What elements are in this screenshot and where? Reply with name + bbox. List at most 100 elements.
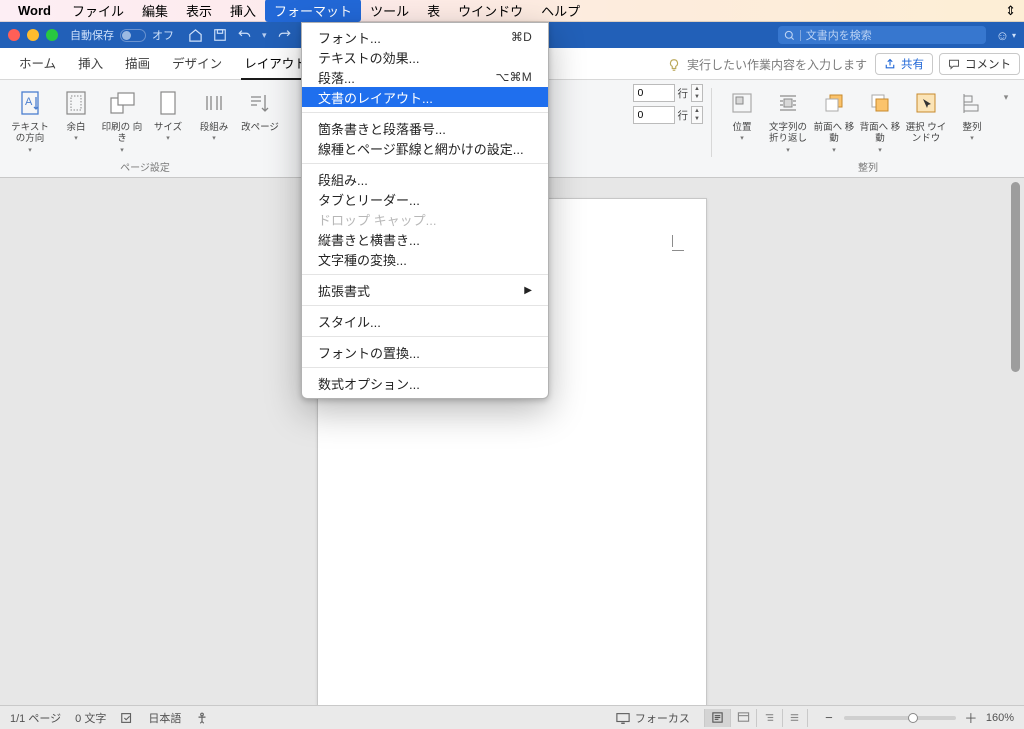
- columns-button[interactable]: 段組み▾: [192, 85, 236, 142]
- comment-button[interactable]: コメント: [939, 53, 1020, 75]
- format-menu-item-2[interactable]: 段落...⌥⌘M: [302, 67, 548, 87]
- spacing-before[interactable]: 行 ▲▼: [633, 84, 704, 102]
- position-button[interactable]: 位置▾: [720, 85, 764, 142]
- tell-me[interactable]: 実行したい作業内容を入力します: [667, 50, 867, 79]
- share-button[interactable]: 共有: [875, 53, 933, 75]
- format-menu-item-9[interactable]: タブとリーダー...: [302, 189, 548, 209]
- format-menu-item-18[interactable]: フォントの置換...: [302, 342, 548, 362]
- language-indicator[interactable]: 日本語: [148, 710, 181, 726]
- margins-button[interactable]: 余白▾: [54, 85, 98, 142]
- page-setup-group-label: ページ設定: [8, 157, 282, 174]
- tab-insert[interactable]: 挿入: [67, 46, 114, 79]
- format-menu-item-6[interactable]: 線種とページ罫線と網かけの設定...: [302, 138, 548, 158]
- menu-tools[interactable]: ツール: [361, 0, 418, 22]
- window-controls[interactable]: [8, 29, 58, 41]
- menu-item-label: 拡張書式: [318, 281, 370, 300]
- tab-home[interactable]: ホーム: [8, 46, 67, 79]
- format-menu-item-11[interactable]: 縦書きと横書き...: [302, 229, 548, 249]
- autosave-toggle[interactable]: 自動保存 オフ: [70, 27, 174, 43]
- comment-label: コメント: [965, 56, 1011, 72]
- format-menu-item-1[interactable]: テキストの効果...: [302, 47, 548, 67]
- menu-edit[interactable]: 編集: [133, 0, 177, 22]
- svg-text:A: A: [25, 96, 33, 108]
- comment-icon: [948, 58, 960, 70]
- spacing-after-input[interactable]: [633, 106, 675, 124]
- menu-view[interactable]: 表示: [177, 0, 221, 22]
- format-menu-item-20[interactable]: 数式オプション...: [302, 373, 548, 393]
- spacing-before-spinner[interactable]: ▲▼: [691, 84, 703, 102]
- spacing-after[interactable]: 行 ▲▼: [633, 106, 704, 124]
- search-input[interactable]: 文書内を検索: [778, 26, 986, 44]
- menu-insert[interactable]: 挿入: [221, 0, 265, 22]
- spacing-before-input[interactable]: [633, 84, 675, 102]
- size-button[interactable]: サイズ▾: [146, 85, 190, 142]
- bring-forward-button[interactable]: 前面へ 移動▾: [812, 85, 856, 154]
- menu-table[interactable]: 表: [418, 0, 449, 22]
- wrap-text-button[interactable]: 文字列の 折り返し▾: [766, 85, 810, 154]
- menu-format[interactable]: フォーマット: [265, 0, 361, 22]
- arrange-more-button[interactable]: ▾: [996, 85, 1016, 107]
- tab-draw[interactable]: 描画: [114, 46, 161, 79]
- send-backward-button[interactable]: 背面へ 移動▾: [858, 85, 902, 154]
- menu-file[interactable]: ファイル: [63, 0, 133, 22]
- menu-item-label: 縦書きと横書き...: [318, 230, 420, 249]
- backward-label: 背面へ 移動: [858, 122, 902, 145]
- view-print-layout[interactable]: [704, 709, 730, 727]
- size-label: サイズ: [154, 122, 182, 133]
- zoom-value[interactable]: 160%: [986, 712, 1014, 724]
- format-menu-item-8[interactable]: 段組み...: [302, 169, 548, 189]
- spacing-after-spinner[interactable]: ▲▼: [691, 106, 703, 124]
- format-menu-item-5[interactable]: 箇条書きと段落番号...: [302, 118, 548, 138]
- bulb-icon: [667, 58, 681, 72]
- breaks-label: 改ページ: [241, 122, 279, 133]
- menu-help[interactable]: ヘルプ: [532, 0, 589, 22]
- menu-item-label: フォント...: [318, 28, 381, 47]
- accessibility-icon[interactable]: [195, 711, 209, 725]
- zoom-out-button[interactable]: −: [822, 710, 836, 725]
- format-menu-item-3[interactable]: 文書のレイアウト...: [302, 87, 548, 107]
- format-menu-dropdown: フォント... ⌘D テキストの効果...段落...⌥⌘M文書のレイアウト... 箇条…: [301, 22, 549, 399]
- mac-menubar: Word ファイル 編集 表示 挿入 フォーマット ツール 表 ウインドウ ヘル…: [0, 0, 1024, 22]
- breaks-button[interactable]: 改ページ: [238, 85, 282, 133]
- redo-icon[interactable]: [277, 28, 292, 42]
- margins-label: 余白: [66, 122, 85, 133]
- status-bar: 1/1 ページ 0 文字 日本語 フォーカス − ＋ 160%: [0, 705, 1024, 729]
- fullscreen-icon[interactable]: ⇕: [1005, 3, 1016, 19]
- zoom-slider[interactable]: [844, 716, 956, 720]
- undo-chevron-icon[interactable]: ▾: [262, 30, 267, 41]
- text-direction-button[interactable]: A テキスト の方向▾: [8, 85, 52, 154]
- menu-item-label: 数式オプション...: [318, 374, 420, 393]
- spellcheck-icon[interactable]: [120, 711, 134, 725]
- word-count[interactable]: 0 文字: [75, 710, 106, 726]
- spacing-group: 行 ▲▼ 行 ▲▼: [633, 80, 712, 177]
- tab-design[interactable]: デザイン: [161, 46, 233, 79]
- format-menu-item-12[interactable]: 文字種の変換...: [302, 249, 548, 269]
- format-menu-item-14[interactable]: 拡張書式▶: [302, 280, 548, 300]
- view-outline[interactable]: [756, 709, 782, 727]
- format-menu-item-0[interactable]: フォント... ⌘D: [302, 27, 548, 47]
- zoom-in-button[interactable]: ＋: [964, 708, 978, 727]
- spacing-after-unit: 行: [678, 108, 689, 123]
- margin-corner-mark: [672, 235, 688, 251]
- align-button[interactable]: 整列▾: [950, 85, 994, 142]
- save-icon[interactable]: [213, 28, 227, 42]
- view-draft[interactable]: [782, 709, 808, 727]
- vertical-scrollbar[interactable]: [1008, 182, 1022, 701]
- home-icon[interactable]: [188, 28, 203, 43]
- forward-label: 前面へ 移動: [812, 122, 856, 145]
- selection-pane-label: 選択 ウインドウ: [904, 122, 948, 145]
- feedback-button[interactable]: ☺ ▾: [996, 28, 1016, 43]
- format-menu-item-16[interactable]: スタイル...: [302, 311, 548, 331]
- orientation-button[interactable]: 印刷の 向き▾: [100, 85, 144, 154]
- menu-shortcut: ⌘D: [511, 30, 532, 44]
- view-buttons: [704, 709, 808, 727]
- menu-window[interactable]: ウインドウ: [449, 0, 532, 22]
- view-web-layout[interactable]: [730, 709, 756, 727]
- format-menu-item-10: ドロップ キャップ...: [302, 209, 548, 229]
- undo-icon[interactable]: [237, 28, 252, 42]
- page-count[interactable]: 1/1 ページ: [10, 710, 61, 726]
- app-name[interactable]: Word: [18, 3, 51, 18]
- focus-mode[interactable]: フォーカス: [616, 710, 690, 726]
- autosave-switch[interactable]: [120, 29, 146, 42]
- selection-pane-button[interactable]: 選択 ウインドウ: [904, 85, 948, 145]
